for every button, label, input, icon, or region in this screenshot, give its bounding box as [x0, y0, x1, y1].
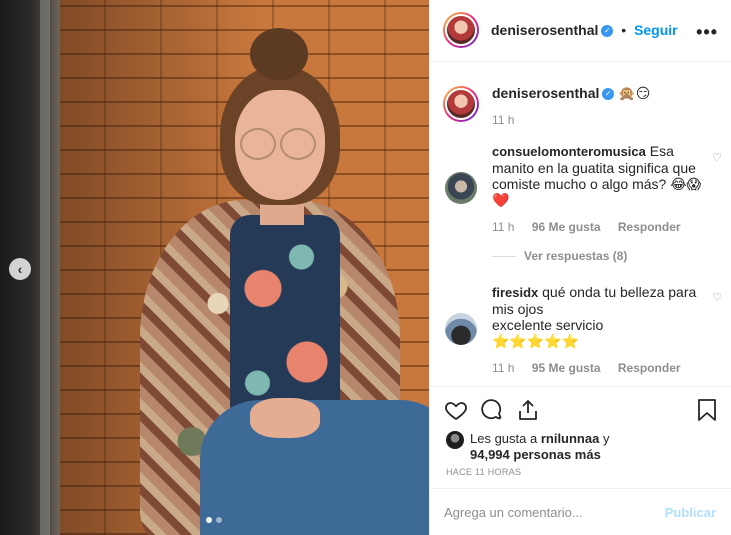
heart-icon[interactable]: ♡	[712, 291, 722, 304]
liker-avatar[interactable]	[446, 431, 464, 449]
comment-text-line: ⭐⭐⭐⭐⭐	[492, 333, 580, 349]
comment-username[interactable]: firesidx	[492, 285, 538, 300]
comment-time[interactable]: 11 h	[492, 220, 514, 234]
post-header: deniserosenthal ✓ • Seguir •••	[430, 0, 731, 62]
caption-meta: 11 h	[492, 113, 528, 127]
view-replies-button[interactable]: Ver respuestas (8)	[524, 249, 627, 263]
reply-button[interactable]: Responder	[618, 220, 681, 234]
comment-likes[interactable]: 96 Me gusta	[532, 220, 601, 234]
comment: consuelomonteromusica Esa manito en la g…	[492, 143, 707, 208]
subject-shirt	[230, 215, 340, 425]
carousel-dot-active	[206, 517, 212, 523]
caption: deniserosenthal ✓ 🙊😏	[492, 85, 707, 101]
comment: firesidx qué onda tu belleza para mis oj…	[492, 284, 707, 349]
chevron-left-icon[interactable]: ‹	[9, 258, 31, 280]
subject-glasses-right	[280, 128, 316, 160]
verified-badge-icon: ✓	[602, 88, 615, 101]
photo-subject	[70, 10, 429, 535]
comment-time[interactable]: 11 h	[492, 361, 514, 375]
heart-icon[interactable]	[444, 398, 468, 422]
follow-button[interactable]: Seguir	[634, 22, 678, 38]
share-icon[interactable]	[516, 398, 540, 422]
door-frame-edge	[40, 0, 50, 535]
comment-avatar[interactable]	[445, 313, 477, 345]
add-comment-bar: Agrega un comentario... Publicar	[430, 488, 731, 535]
subject-glasses-left	[240, 128, 276, 160]
comment-input[interactable]: Agrega un comentario...	[444, 505, 583, 520]
carousel-dot	[216, 517, 222, 523]
comment-avatar[interactable]	[445, 172, 477, 204]
header-user-row: deniserosenthal ✓ • Seguir	[491, 22, 678, 38]
comments-section: deniserosenthal ✓ 🙊😏 11 h consuelomontero…	[430, 63, 731, 385]
post-timestamp[interactable]: HACE 11 HORAS	[446, 467, 521, 477]
post-photo[interactable]: ‹	[0, 0, 429, 535]
caption-avatar[interactable]	[443, 86, 479, 122]
post-actions: Les gusta a rnilunnaa y 94,994 personas …	[430, 386, 731, 488]
comment-icon[interactable]	[480, 398, 504, 422]
avatar[interactable]	[443, 12, 479, 48]
likes-count[interactable]: 94,994 personas más	[470, 447, 601, 462]
subject-hand	[250, 398, 320, 438]
reply-button[interactable]: Responder	[618, 361, 681, 375]
separator-dot: •	[621, 22, 627, 38]
publish-button[interactable]: Publicar	[665, 505, 716, 520]
more-options-icon[interactable]: •••	[696, 22, 718, 43]
liker-username[interactable]: rnilunnaa	[541, 431, 600, 446]
caption-username[interactable]: deniserosenthal	[492, 85, 599, 101]
comment-meta: 11 h 96 Me gusta Responder	[492, 220, 695, 234]
likes-prefix: Les gusta a	[470, 431, 541, 446]
likes-middle: y	[599, 431, 610, 446]
username-link[interactable]: deniserosenthal	[491, 22, 598, 38]
carousel-dots	[206, 517, 222, 523]
caption-text: 🙊😏	[618, 85, 651, 101]
verified-badge-icon: ✓	[601, 25, 614, 38]
comment-likes[interactable]: 95 Me gusta	[532, 361, 601, 375]
post-sidebar: deniserosenthal ✓ • Seguir ••• deniserose…	[429, 0, 731, 535]
subject-hair-bun	[250, 28, 308, 80]
comment-meta: 11 h 95 Me gusta Responder	[492, 361, 695, 375]
comment-text-line: excelente servicio	[492, 317, 604, 333]
comment-username[interactable]: consuelomonteromusica	[492, 144, 646, 159]
caption-time[interactable]: 11 h	[492, 113, 514, 127]
heart-icon[interactable]: ♡	[712, 151, 722, 164]
bookmark-icon[interactable]	[696, 398, 718, 422]
